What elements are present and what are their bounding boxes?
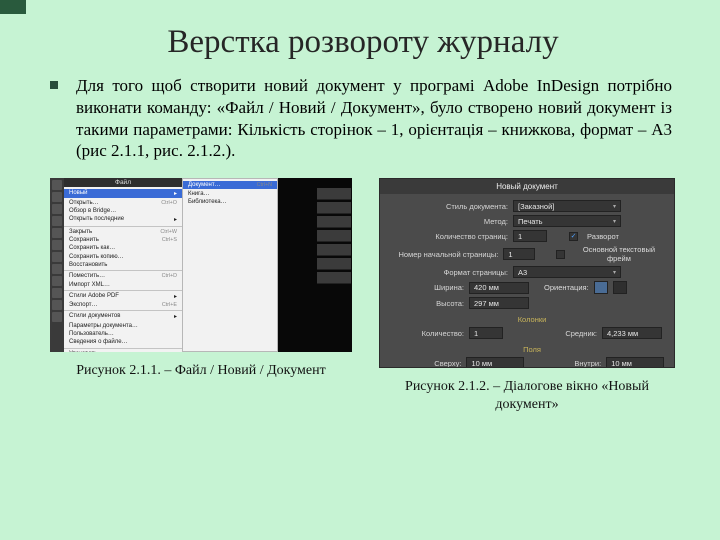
submenu-item-library[interactable]: Библиотека…: [183, 198, 277, 206]
slide: Верстка розвороту журналу Для того щоб с…: [0, 0, 720, 432]
figures-row: Файл Новый▸ Открыть…Ctrl+O Обзор в Bridg…: [50, 178, 676, 414]
figure-1: Файл Новый▸ Открыть…Ctrl+O Обзор в Bridg…: [50, 178, 352, 380]
field-start-page[interactable]: 1: [503, 248, 535, 260]
field-columns-count[interactable]: 1: [469, 327, 503, 339]
figure-1-caption: Рисунок 2.1.1. – Файл / Новий / Документ: [50, 362, 352, 380]
screenshot-new-document-dialog: Новый документ Стиль документа: [Заказно…: [379, 178, 675, 368]
label-height: Высота:: [406, 299, 464, 308]
menu-item-save-copy[interactable]: Сохранить копию…: [64, 252, 182, 260]
tool-icon: [52, 228, 62, 238]
orientation-portrait-icon[interactable]: [594, 281, 608, 294]
submenu-item-document[interactable]: Документ…Ctrl+N: [183, 181, 277, 189]
section-columns: Колонки: [400, 315, 664, 324]
figure-2-caption: Рисунок 2.1.2. – Діалогове вікно «Новый …: [378, 378, 676, 414]
label-pages: Количество страниц:: [390, 232, 508, 241]
slide-title: Верстка розвороту журналу: [50, 24, 676, 61]
panel-icon: [317, 258, 351, 270]
panel-icon: [317, 216, 351, 228]
dropdown-intent[interactable]: Печать▾: [513, 215, 621, 227]
tool-icon: [52, 192, 62, 202]
new-submenu: Документ…Ctrl+N Книга… Библиотека…: [182, 178, 278, 352]
chevron-down-icon: ▾: [613, 203, 616, 210]
submenu-item-book[interactable]: Книга…: [183, 189, 277, 197]
field-margin-inside[interactable]: 10 мм: [606, 357, 664, 368]
dropdown-doc-style[interactable]: [Заказной]▾: [513, 200, 621, 212]
menu-item-doc-setup[interactable]: Параметры документа…: [64, 322, 182, 330]
tool-icon: [52, 300, 62, 310]
menu-item-import-xml[interactable]: Импорт XML…: [64, 280, 182, 288]
menu-item-recent[interactable]: Открыть последние▸: [64, 215, 182, 224]
panel-icon: [317, 272, 351, 284]
dropdown-page-size[interactable]: A3▾: [513, 266, 621, 278]
label-primary-frame: Основной текстовый фрейм: [574, 245, 664, 263]
tool-icon: [52, 252, 62, 262]
label-inside: Внутри:: [546, 359, 601, 368]
tool-icon: [52, 276, 62, 286]
menu-item-browse[interactable]: Обзор в Bridge…: [64, 207, 182, 215]
figure-2: Новый документ Стиль документа: [Заказно…: [378, 178, 676, 414]
document-canvas: [278, 178, 352, 352]
bullet-icon: [50, 81, 58, 89]
tool-icon: [52, 216, 62, 226]
checkbox-primary-frame[interactable]: [556, 250, 564, 259]
chevron-down-icon: ▾: [613, 269, 616, 276]
dialog-title: Новый документ: [380, 179, 674, 194]
label-facing: Разворот: [587, 232, 619, 241]
label-gutter: Средник:: [539, 329, 597, 338]
field-pages[interactable]: 1: [513, 230, 547, 242]
tool-panel: [50, 178, 64, 352]
label-intent: Метод:: [390, 217, 508, 226]
chevron-down-icon: ▾: [613, 218, 616, 225]
menu-item-file-info[interactable]: Сведения о файле…: [64, 338, 182, 346]
label-columns-count: Количество:: [406, 329, 464, 338]
field-gutter[interactable]: 4,233 мм: [602, 327, 662, 339]
menu-item-place[interactable]: Поместить…Ctrl+D: [64, 270, 182, 280]
tool-icon: [52, 240, 62, 250]
panel-icon: [317, 188, 351, 200]
menu-item-export[interactable]: Экспорт…Ctrl+E: [64, 301, 182, 309]
body-paragraph: Для того щоб створити новий документ у п…: [76, 75, 672, 162]
menu-item-user[interactable]: Пользователь…: [64, 330, 182, 338]
file-menu-list: Новый▸ Открыть…Ctrl+O Обзор в Bridge… От…: [64, 187, 182, 352]
tool-icon: [52, 204, 62, 214]
tool-icon: [52, 288, 62, 298]
label-start-page: Номер начальной страницы:: [390, 250, 498, 259]
label-width: Ширина:: [406, 283, 464, 292]
file-menu: Файл Новый▸ Открыть…Ctrl+O Обзор в Bridg…: [64, 178, 182, 352]
body-bullet: Для того щоб створити новий документ у п…: [50, 75, 676, 176]
menu-item-close[interactable]: ЗакрытьCtrl+W: [64, 226, 182, 236]
brand-strip: [0, 0, 26, 14]
menu-item-pdf-presets[interactable]: Стили Adobe PDF▸: [64, 290, 182, 301]
menubar: Файл: [64, 178, 182, 187]
menu-item-open[interactable]: Открыть…Ctrl+O: [64, 198, 182, 206]
right-panels: [317, 188, 351, 284]
menu-item-revert[interactable]: Восстановить: [64, 261, 182, 269]
label-page-size: Формат страницы:: [390, 268, 508, 277]
screenshot-file-menu: Файл Новый▸ Открыть…Ctrl+O Обзор в Bridg…: [50, 178, 352, 352]
label-orientation: Ориентация:: [544, 283, 589, 292]
menu-item-new[interactable]: Новый▸: [64, 189, 182, 198]
panel-icon: [317, 230, 351, 242]
menu-item-save-as[interactable]: Сохранить как…: [64, 244, 182, 252]
panel-icon: [317, 244, 351, 256]
orientation-landscape-icon[interactable]: [613, 281, 627, 294]
field-margin-top[interactable]: 10 мм: [466, 357, 524, 368]
tool-icon: [52, 180, 62, 190]
label-top: Сверху:: [406, 359, 461, 368]
label-doc-style: Стиль документа:: [390, 202, 508, 211]
tool-icon: [52, 312, 62, 322]
field-width[interactable]: 420 мм: [469, 282, 529, 294]
field-height[interactable]: 297 мм: [469, 297, 529, 309]
tool-icon: [52, 264, 62, 274]
menu-item-package[interactable]: Упаковать…: [64, 348, 182, 352]
menu-item-doc-presets[interactable]: Стили документов▸: [64, 310, 182, 321]
checkbox-facing[interactable]: ✓: [569, 232, 578, 241]
panel-icon: [317, 202, 351, 214]
section-margins: Поля: [400, 345, 664, 354]
menu-item-save[interactable]: СохранитьCtrl+S: [64, 236, 182, 244]
